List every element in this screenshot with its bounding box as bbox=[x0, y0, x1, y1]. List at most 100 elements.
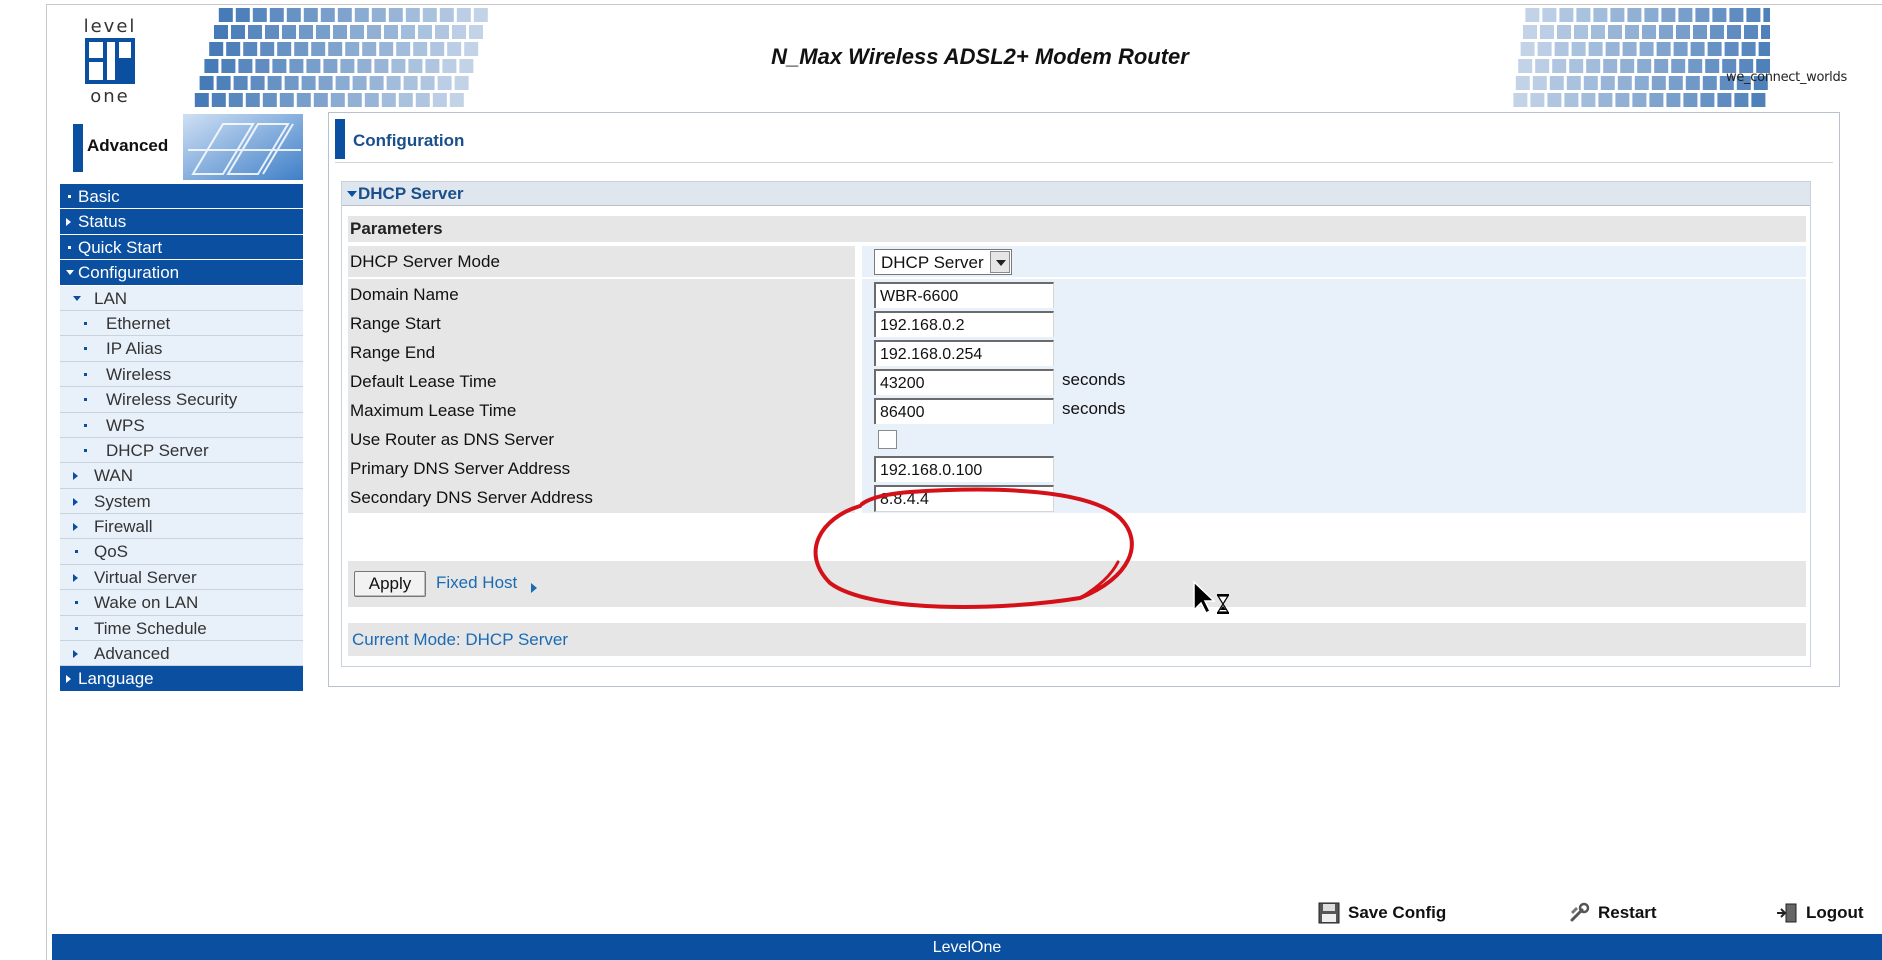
dhcp-section-header[interactable]: DHCP Server bbox=[342, 182, 1810, 206]
sidebar-item-lan[interactable]: LAN bbox=[60, 285, 303, 311]
bullet-icon bbox=[68, 195, 71, 198]
domain-name-input[interactable]: WBR-6600 bbox=[874, 282, 1054, 309]
busy-cursor-icon bbox=[1193, 580, 1230, 615]
header-tile bbox=[1554, 42, 1569, 56]
header-tile bbox=[1583, 76, 1598, 90]
header-tile bbox=[367, 25, 381, 39]
header-tile bbox=[340, 59, 355, 73]
sidebar-item-wps[interactable]: WPS bbox=[60, 412, 303, 438]
header-tile bbox=[209, 42, 224, 56]
sidebar-item-ethernet[interactable]: Ethernet bbox=[60, 310, 303, 337]
header-tile bbox=[260, 42, 275, 56]
apply-button[interactable]: Apply bbox=[354, 571, 426, 597]
collapse-triangle-icon[interactable] bbox=[347, 191, 357, 197]
sidebar-item-label: WPS bbox=[106, 415, 145, 435]
sidebar-item-time-schedule[interactable]: Time Schedule bbox=[60, 615, 303, 642]
sidebar-item-status[interactable]: Status bbox=[60, 209, 303, 235]
sidebar-item-wake-on-lan[interactable]: Wake on LAN bbox=[60, 590, 303, 616]
header-tile bbox=[1734, 93, 1749, 107]
dhcp-mode-select[interactable]: DHCP Server bbox=[874, 249, 1012, 275]
header-tile bbox=[1535, 59, 1550, 73]
header-tile bbox=[1571, 42, 1586, 56]
header-tile bbox=[286, 8, 301, 22]
header-tile bbox=[1724, 42, 1739, 56]
header-tile bbox=[214, 25, 228, 39]
header-tile bbox=[1523, 25, 1537, 39]
save-config-button[interactable]: Save Config bbox=[1318, 900, 1458, 926]
router-dns-checkbox[interactable] bbox=[878, 430, 897, 449]
header-tile bbox=[1620, 59, 1635, 73]
collapsed-arrow-icon bbox=[66, 218, 71, 227]
sidebar-item-configuration[interactable]: Configuration bbox=[60, 260, 303, 286]
dropdown-arrow-icon[interactable] bbox=[990, 251, 1010, 273]
header-tile bbox=[289, 59, 304, 73]
row-default-lease: Default Lease Time 43200 seconds bbox=[348, 366, 1806, 397]
current-mode-text: Current Mode: DHCP Server bbox=[352, 630, 569, 649]
header-tile bbox=[1758, 42, 1770, 56]
fixed-host-link[interactable]: Fixed Host bbox=[436, 573, 517, 593]
sidebar-nav: Basic Status Quick Start Configuration LAN Et… bbox=[60, 184, 303, 692]
header-tile bbox=[398, 93, 413, 107]
header-tile bbox=[1532, 76, 1547, 90]
header-tile bbox=[1668, 76, 1683, 90]
header-tile bbox=[432, 93, 447, 107]
header-tile bbox=[1569, 59, 1584, 73]
header-tile bbox=[357, 59, 372, 73]
collapsed-arrow-icon bbox=[66, 675, 71, 684]
header-tile bbox=[401, 25, 415, 39]
header-tile bbox=[1603, 59, 1618, 73]
sidebar-item-qos[interactable]: QoS bbox=[60, 539, 303, 565]
header-tiles-right-graphic bbox=[1513, 8, 1770, 107]
default-lease-label: Default Lease Time bbox=[350, 372, 497, 391]
header-tile bbox=[1634, 76, 1649, 90]
header-tile bbox=[250, 76, 265, 90]
sidebar-item-label: Ethernet bbox=[106, 313, 171, 333]
bullet-icon bbox=[84, 448, 87, 452]
restart-button[interactable]: Restart bbox=[1568, 900, 1678, 926]
header-tile bbox=[1608, 25, 1622, 39]
header-tile bbox=[347, 93, 362, 107]
sidebar-item-label: IP Alias bbox=[106, 339, 163, 359]
expanded-arrow-icon bbox=[66, 270, 74, 276]
sidebar-item-label: Wireless bbox=[106, 364, 172, 384]
header-tile bbox=[272, 59, 287, 73]
logout-button[interactable]: Logout bbox=[1776, 900, 1876, 926]
sidebar-item-system[interactable]: System bbox=[60, 488, 303, 515]
header-tile bbox=[1520, 42, 1535, 56]
sidebar-item-virtual-server[interactable]: Virtual Server bbox=[60, 564, 303, 591]
sidebar-item-wireless-security[interactable]: Wireless Security bbox=[60, 387, 303, 413]
header-tile bbox=[415, 93, 430, 107]
range-end-input[interactable]: 192.168.0.254 bbox=[874, 340, 1054, 367]
header-tile bbox=[1537, 42, 1552, 56]
sidebar-item-wireless[interactable]: Wireless bbox=[60, 361, 303, 388]
sidebar-item-label: Wireless Security bbox=[106, 390, 238, 410]
dhcp-mode-label: DHCP Server Mode bbox=[350, 252, 500, 271]
sidebar-item-quick-start[interactable]: Quick Start bbox=[60, 234, 303, 261]
default-lease-input[interactable]: 43200 bbox=[874, 369, 1054, 396]
sidebar-item-basic[interactable]: Basic bbox=[60, 184, 303, 210]
range-end-label: Range End bbox=[350, 343, 436, 362]
header-tile bbox=[345, 42, 360, 56]
max-lease-input[interactable]: 86400 bbox=[874, 398, 1054, 425]
header-tile bbox=[1702, 76, 1717, 90]
header-tile bbox=[1676, 25, 1690, 39]
sidebar-item-language[interactable]: Language bbox=[60, 666, 303, 692]
header-tile bbox=[311, 42, 326, 56]
header-tile bbox=[420, 76, 435, 90]
header-tile bbox=[435, 25, 449, 39]
header-tile bbox=[408, 59, 423, 73]
sidebar-item-wan[interactable]: WAN bbox=[60, 463, 303, 489]
range-start-input[interactable]: 192.168.0.2 bbox=[874, 311, 1054, 338]
sidebar-item-ip-alias[interactable]: IP Alias bbox=[60, 336, 303, 362]
header-tile bbox=[1552, 59, 1567, 73]
header-tile bbox=[442, 59, 457, 73]
sidebar-item-dhcp-server[interactable]: DHCP Server bbox=[60, 437, 303, 464]
header-tile bbox=[211, 93, 226, 107]
sidebar-item-firewall[interactable]: Firewall bbox=[60, 514, 303, 540]
parameters-title: Parameters bbox=[350, 219, 443, 238]
fixed-host-arrow-icon[interactable] bbox=[531, 583, 537, 593]
header-tile bbox=[1678, 8, 1693, 22]
sidebar-item-advanced[interactable]: Advanced bbox=[60, 641, 303, 667]
header-tile bbox=[1671, 59, 1686, 73]
header-tile bbox=[352, 76, 367, 90]
